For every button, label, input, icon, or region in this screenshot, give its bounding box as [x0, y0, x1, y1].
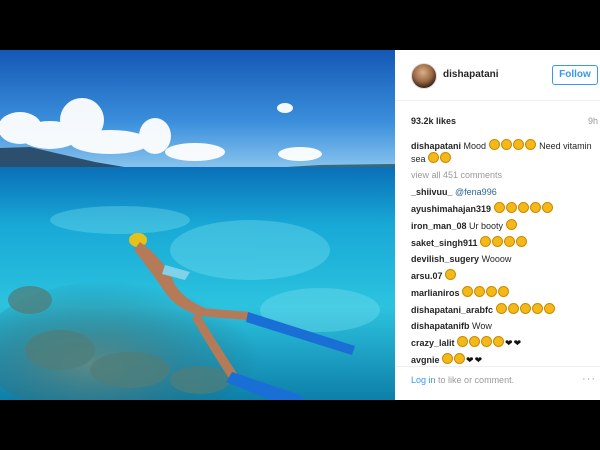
emoji-icon	[492, 236, 504, 247]
comment-user[interactable]: crazy_lalit	[411, 338, 455, 348]
profile-avatar[interactable]	[411, 63, 437, 89]
emoji-icon	[517, 202, 529, 213]
comment-text: Ur booty	[469, 221, 504, 231]
comments-list: dishapatani Mood Need vitamin sea view a…	[411, 139, 597, 370]
comment-user[interactable]: dishapatanifb	[411, 321, 470, 331]
comment-user[interactable]: arsu.07	[411, 271, 443, 281]
emoji-icon	[519, 303, 531, 314]
view-all-comments-link[interactable]: view all 451 comments	[411, 169, 597, 181]
heart-icon: ❤	[474, 355, 483, 365]
comment-user[interactable]: _shiivuu_	[411, 187, 453, 197]
emoji-icon	[488, 139, 500, 150]
comment-user[interactable]: saket_singh911	[411, 238, 478, 248]
post-footer: Log in to like or comment. ···	[395, 366, 600, 400]
emoji-icon	[486, 286, 498, 297]
emoji-icon	[481, 336, 493, 347]
emoji-icon	[493, 202, 505, 213]
comment-user[interactable]: ayushimahajan319	[411, 204, 491, 214]
heart-icon: ❤	[466, 355, 474, 365]
emoji-icon	[428, 152, 440, 163]
comment: iron_man_08 Ur booty	[411, 219, 597, 232]
login-prompt-text: to like or comment.	[438, 375, 515, 385]
emoji-icon	[457, 336, 469, 347]
emoji-icon	[462, 286, 474, 297]
comment-text: Wooow	[481, 254, 512, 264]
heart-icon: ❤	[513, 338, 522, 348]
emoji-icon	[531, 303, 543, 314]
emoji-icon	[445, 269, 457, 280]
emoji-icon	[507, 303, 519, 314]
comment: arsu.07	[411, 269, 597, 282]
emoji-icon	[505, 219, 517, 230]
emoji-icon	[442, 353, 454, 364]
emoji-icon	[493, 336, 505, 347]
caption: dishapatani Mood Need vitamin sea	[411, 139, 597, 165]
likes-count[interactable]: 93.2k likes	[411, 116, 456, 126]
comment-user[interactable]: dishapatani_arabfc	[411, 305, 493, 315]
heart-icon: ❤	[505, 338, 513, 348]
emoji-icon	[500, 139, 512, 150]
emoji-icon	[529, 202, 541, 213]
comment: dishapatanifb Wow	[411, 320, 597, 332]
emoji-icon	[524, 139, 536, 150]
post-photo[interactable]	[0, 50, 395, 400]
emoji-icon	[543, 303, 555, 314]
snorkeling-photo	[0, 50, 395, 400]
post-time[interactable]: 9h	[588, 116, 598, 126]
comment: devilish_sugery Wooow	[411, 253, 597, 265]
post-username[interactable]: dishapatani	[443, 69, 499, 80]
comment: _shiivuu_ @fena996	[411, 186, 597, 198]
comment: saket_singh911	[411, 236, 597, 249]
more-options-icon[interactable]: ···	[582, 373, 596, 385]
comment: crazy_lalit ❤❤	[411, 336, 597, 349]
comment-text: Wow	[472, 321, 492, 331]
emoji-icon	[541, 202, 553, 213]
emoji-icon	[454, 353, 466, 364]
comment: marlianiros	[411, 286, 597, 299]
login-prompt: Log in to like or comment.	[411, 375, 514, 385]
follow-button[interactable]: Follow	[552, 65, 598, 85]
comment-user[interactable]: avgnie	[411, 355, 440, 365]
emoji-icon	[505, 202, 517, 213]
emoji-icon	[516, 236, 528, 247]
emoji-icon	[504, 236, 516, 247]
emoji-icon	[474, 286, 486, 297]
emoji-icon	[495, 303, 507, 314]
emoji-icon	[512, 139, 524, 150]
comment: dishapatani_arabfc	[411, 303, 597, 316]
comment: ayushimahajan319	[411, 202, 597, 215]
caption-text: Mood	[463, 141, 487, 151]
caption-user[interactable]: dishapatani	[411, 141, 461, 151]
instagram-post: dishapatani Follow 93.2k likes 9h dishap…	[0, 50, 600, 400]
post-side-panel: dishapatani Follow 93.2k likes 9h dishap…	[395, 50, 600, 400]
login-link[interactable]: Log in	[411, 375, 436, 385]
comment-mention[interactable]: @fena996	[455, 187, 497, 197]
emoji-icon	[440, 152, 452, 163]
comment-user[interactable]: marlianiros	[411, 288, 460, 298]
emoji-icon	[498, 286, 510, 297]
comment-user[interactable]: devilish_sugery	[411, 254, 479, 264]
post-header: dishapatani Follow	[395, 50, 600, 101]
comment: avgnie ❤❤	[411, 353, 597, 366]
comment-user[interactable]: iron_man_08	[411, 221, 467, 231]
emoji-icon	[480, 236, 492, 247]
emoji-icon	[469, 336, 481, 347]
